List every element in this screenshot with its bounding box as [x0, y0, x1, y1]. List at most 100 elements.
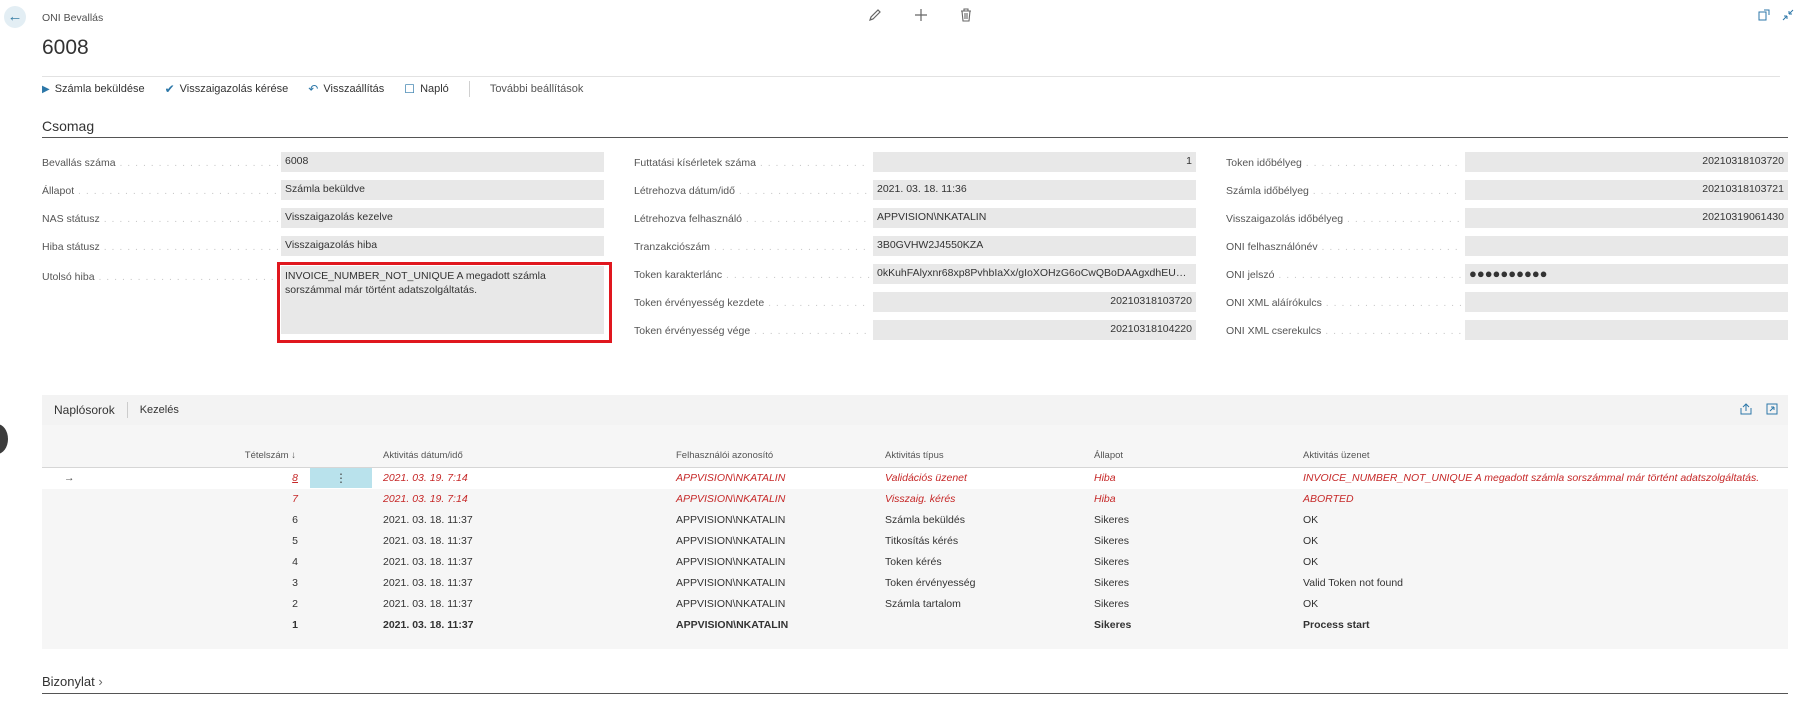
cell-tetelszam[interactable]: 1 — [202, 619, 298, 631]
field-label: Bevallás száma — [42, 157, 278, 169]
cell-type: Token kérés — [885, 556, 942, 568]
action-bar: ▶ Számla beküldése ✔ Visszaigazolás kéré… — [42, 76, 1780, 101]
field-label: Token időbélyeg — [1226, 157, 1462, 169]
field-label: ONI jelszó — [1226, 269, 1462, 281]
field-label: Token érvényesség vége — [634, 325, 870, 337]
column-header-felhasznalo[interactable]: Felhasználói azonosító — [676, 450, 773, 461]
tab-kezeles[interactable]: Kezelés — [128, 404, 191, 416]
cell-user: APPVISION\NKATALIN — [676, 472, 786, 484]
side-panel-handle[interactable] — [0, 424, 8, 454]
cell-tetelszam[interactable]: 7 — [202, 493, 298, 505]
share-icon[interactable] — [1740, 403, 1752, 418]
cell-date: 2021. 03. 18. 11:37 — [383, 598, 473, 610]
add-icon[interactable] — [914, 8, 928, 25]
cell-tetelszam[interactable]: 4 — [202, 556, 298, 568]
back-button[interactable]: ← — [4, 6, 26, 28]
document-icon: ☐ — [404, 82, 416, 96]
field-label: Állapot — [42, 185, 278, 197]
field-letrehozva-felhasznalo[interactable]: APPVISION\NKATALIN — [873, 208, 1196, 228]
field-visszaigazolas-idobelyeg[interactable]: 20210319061430 — [1465, 208, 1788, 228]
field-letrehozva-datum[interactable]: 2021. 03. 18. 11:36 — [873, 180, 1196, 200]
cell-tetelszam[interactable]: 8 — [202, 472, 298, 484]
table-row[interactable]: 6 2021. 03. 18. 11:37 APPVISION\NKATALIN… — [42, 510, 1788, 531]
cell-message: INVOICE_NUMBER_NOT_UNIQUE A megadott szá… — [1303, 472, 1760, 484]
submit-invoice-button[interactable]: ▶ Számla beküldése — [42, 83, 145, 95]
cell-type: Validációs üzenet — [885, 472, 967, 484]
cell-date: 2021. 03. 18. 11:37 — [383, 535, 473, 547]
tab-naplosorok[interactable]: Naplósorok — [42, 403, 127, 417]
edit-icon[interactable] — [868, 8, 882, 25]
column-header-tetelszam[interactable]: Tételszám ↓ — [208, 450, 296, 461]
field-token-idobelyeg[interactable]: 20210318103720 — [1465, 152, 1788, 172]
field-nas-status[interactable]: Visszaigazolás kezelve — [281, 208, 604, 228]
chevron-right-icon: › — [94, 674, 103, 689]
field-tranzakcioszam[interactable]: 3B0GVHW2J4550KZA — [873, 236, 1196, 256]
more-options-icon[interactable]: ⋮ — [310, 468, 372, 488]
more-settings-button[interactable]: További beállítások — [490, 83, 584, 95]
table-row[interactable]: 1 2021. 03. 18. 11:37 APPVISION\NKATALIN… — [42, 615, 1788, 636]
cell-message: Valid Token not found — [1303, 577, 1404, 589]
field-szamla-idobelyeg[interactable]: 20210318103721 — [1465, 180, 1788, 200]
field-label: Token karakterlánc — [634, 269, 870, 281]
cell-status: Sikeres — [1094, 598, 1130, 610]
field-oni-felhasznalonev[interactable] — [1465, 236, 1788, 256]
cell-message: ABORTED — [1303, 493, 1354, 505]
column-header-aktivitas-datum[interactable]: Aktivitás dátum/idő — [383, 450, 463, 461]
cell-tetelszam[interactable]: 5 — [202, 535, 298, 547]
field-hiba-status[interactable]: Visszaigazolás hiba — [281, 236, 604, 256]
section-title-bizonylat[interactable]: Bizonylat › — [42, 674, 103, 689]
open-new-window-icon[interactable] — [1758, 9, 1770, 24]
field-label: Létrehozva felhasználó — [634, 213, 870, 225]
cell-message: OK — [1303, 598, 1319, 610]
cell-date: 2021. 03. 18. 11:37 — [383, 619, 474, 631]
column-header-aktivitas-tipus[interactable]: Aktivitás típus — [885, 450, 944, 461]
field-oni-xml-alairokulcs[interactable] — [1465, 292, 1788, 312]
cell-date: 2021. 03. 18. 11:37 — [383, 577, 473, 589]
log-button[interactable]: ☐ Napló — [404, 82, 449, 96]
action-label: Napló — [420, 83, 449, 95]
collapse-icon[interactable] — [1782, 9, 1794, 24]
column-header-allapot[interactable]: Állapot — [1094, 450, 1123, 461]
expand-icon[interactable] — [1766, 403, 1778, 418]
cell-tetelszam[interactable]: 2 — [202, 598, 298, 610]
column-header-aktivitas-uzenet[interactable]: Aktivitás üzenet — [1303, 450, 1370, 461]
field-bevallas-szama[interactable]: 6008 — [281, 152, 604, 172]
cell-message: OK — [1303, 535, 1319, 547]
table-row[interactable]: → 8 ⋮ 2021. 03. 19. 7:14 APPVISION\NKATA… — [42, 468, 1788, 489]
cell-type: Token érvényesség — [885, 577, 976, 589]
field-label: NAS státusz — [42, 213, 278, 225]
table-row[interactable]: 7 2021. 03. 19. 7:14 APPVISION\NKATALIN … — [42, 489, 1788, 510]
field-label: Token érvényesség kezdete — [634, 297, 870, 309]
table-row[interactable]: 2 2021. 03. 18. 11:37 APPVISION\NKATALIN… — [42, 594, 1788, 615]
cell-tetelszam[interactable]: 3 — [202, 577, 298, 589]
cell-tetelszam[interactable]: 6 — [202, 514, 298, 526]
part-header: Naplósorok Kezelés — [42, 395, 1788, 425]
action-divider — [468, 81, 470, 97]
cell-status: Sikeres — [1094, 556, 1130, 568]
action-label: További beállítások — [489, 83, 584, 95]
field-futtatasi-kiserletek[interactable]: 1 — [873, 152, 1196, 172]
field-token-ervenyesseg-vege[interactable]: 20210318104220 — [873, 320, 1196, 340]
field-token-ervenyesseg-kezdete[interactable]: 20210318103720 — [873, 292, 1196, 312]
field-utolso-hiba[interactable]: INVOICE_NUMBER_NOT_UNIQUE A megadott szá… — [281, 266, 604, 334]
cell-status: Hiba — [1094, 493, 1116, 505]
field-allapot[interactable]: Számla beküldve — [281, 180, 604, 200]
request-confirmation-button[interactable]: ✔ Visszaigazolás kérése — [165, 82, 289, 96]
delete-icon[interactable] — [960, 8, 972, 25]
cell-status: Hiba — [1094, 472, 1116, 484]
cell-message: Process start — [1303, 619, 1370, 631]
cell-type: Számla beküldés — [885, 514, 965, 526]
field-oni-xml-cserekulcs[interactable] — [1465, 320, 1788, 340]
table-row[interactable]: 5 2021. 03. 18. 11:37 APPVISION\NKATALIN… — [42, 531, 1788, 552]
cell-user: APPVISION\NKATALIN — [676, 514, 786, 526]
arrow-left-icon: ← — [7, 8, 23, 25]
field-token-karakterlanc[interactable]: 0kKuhFAlyxnr68xp8PvhbIaXx/gIoXOHzG6oCwQB… — [873, 264, 1196, 284]
field-label: Számla időbélyeg — [1226, 185, 1462, 197]
table-row[interactable]: 4 2021. 03. 18. 11:37 APPVISION\NKATALIN… — [42, 552, 1788, 573]
cell-type: Számla tartalom — [885, 598, 961, 610]
field-label: Visszaigazolás időbélyeg — [1226, 213, 1462, 225]
reset-button[interactable]: ↶ Visszaállítás — [308, 82, 384, 96]
table-row[interactable]: 3 2021. 03. 18. 11:37 APPVISION\NKATALIN… — [42, 573, 1788, 594]
field-oni-jelszo[interactable]: ●●●●●●●●●● — [1465, 264, 1788, 284]
cell-date: 2021. 03. 18. 11:37 — [383, 514, 473, 526]
